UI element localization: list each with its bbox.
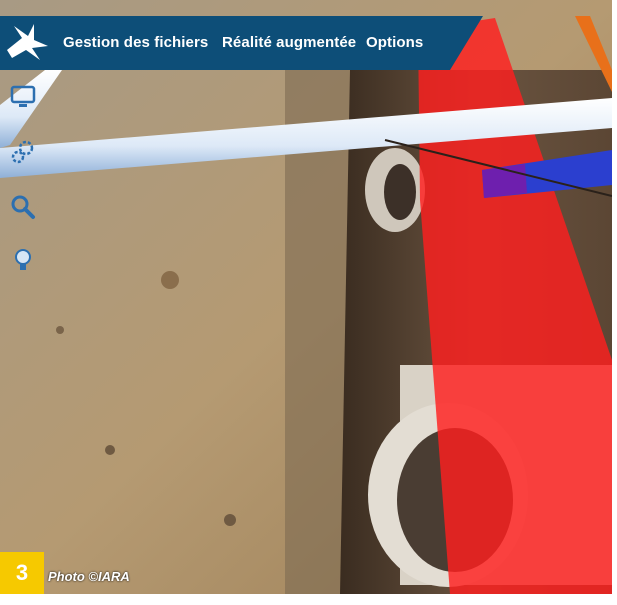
menu-realite-augmentee[interactable]: Réalité augmentée [222, 34, 356, 51]
menu-gestion-fichiers[interactable]: Gestion des fichiers [63, 34, 208, 51]
monitor-icon[interactable] [9, 83, 37, 111]
bird-logo-icon [4, 20, 50, 64]
menu-options[interactable]: Options [366, 34, 423, 51]
menu-bar: Gestion des fichiers Réalité augmentée O… [0, 16, 612, 70]
photo-credit: Photo ©IARA [48, 569, 130, 584]
gears-icon[interactable] [9, 138, 37, 166]
figure-number-badge: 3 [0, 552, 44, 594]
lightbulb-icon[interactable] [9, 246, 37, 274]
search-icon[interactable] [9, 193, 37, 221]
ar-scene [0, 0, 612, 594]
ar-viewport: Gestion des fichiers Réalité augmentée O… [0, 0, 612, 594]
